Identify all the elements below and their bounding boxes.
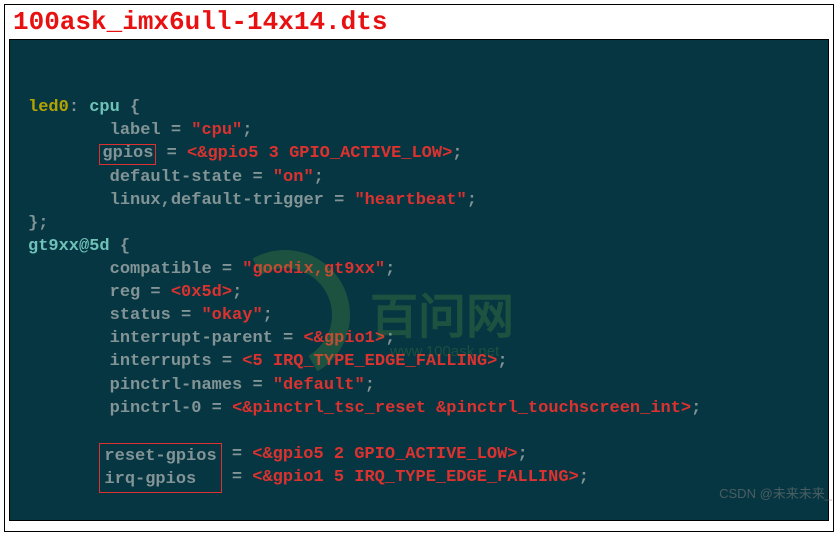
node-name: gt9xx@5d — [28, 237, 110, 256]
node-label: led0 — [28, 98, 69, 117]
property: interrupts — [110, 352, 212, 371]
value: "goodix,gt9xx" — [242, 260, 385, 279]
value: "okay" — [201, 306, 262, 325]
value: <&gpio1 5 IRQ_TYPE_EDGE_FALLING> — [252, 468, 578, 487]
code-figure: 100ask_imx6ull-14x14.dts 百问网 www.100ask.… — [4, 4, 834, 532]
highlight-gpios: gpios — [99, 144, 156, 165]
property: linux,default-trigger — [110, 191, 324, 210]
value: <&gpio5 2 GPIO_ACTIVE_LOW> — [252, 445, 517, 464]
csdn-watermark: CSDN @未来未来_ — [719, 483, 832, 502]
filename-title: 100ask_imx6ull-14x14.dts — [5, 5, 833, 39]
property: pinctrl-names — [110, 376, 243, 395]
value: "cpu" — [191, 121, 242, 140]
property: default-state — [110, 168, 243, 187]
node-name: cpu — [89, 98, 120, 117]
value: <0x5d> — [171, 283, 232, 302]
value: <5 IRQ_TYPE_EDGE_FALLING> — [242, 352, 497, 371]
property: reg — [110, 283, 141, 302]
property: pinctrl-0 — [110, 399, 202, 418]
highlight-gpios-pair: reset-gpios irq-gpios — [99, 443, 221, 493]
value: "default" — [273, 376, 365, 395]
property: compatible — [110, 260, 212, 279]
code-block: 百问网 www.100ask.net led0: cpu { label = "… — [9, 39, 829, 521]
property: label — [110, 121, 161, 140]
value: <&pinctrl_tsc_reset &pinctrl_touchscreen… — [232, 399, 691, 418]
value: "heartbeat" — [354, 191, 466, 210]
value: "on" — [273, 168, 314, 187]
value: <&gpio1> — [303, 329, 385, 348]
value: <&gpio5 3 GPIO_ACTIVE_LOW> — [187, 144, 452, 163]
property: interrupt-parent — [110, 329, 273, 348]
property: status — [110, 306, 171, 325]
